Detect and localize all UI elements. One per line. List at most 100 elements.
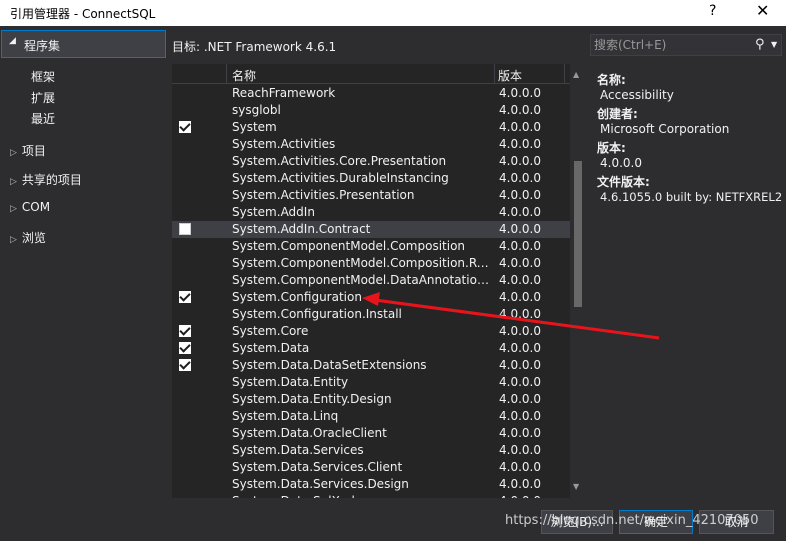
sidebar-item-projects[interactable]: ▷ 项目 [10,142,46,159]
assembly-version: 4.0.0.0 [499,154,541,168]
row-checkbox[interactable] [179,121,191,133]
assembly-name: System.Activities.Presentation [232,188,415,202]
assembly-version: 4.0.0.0 [499,256,541,270]
assembly-version: 4.0.0.0 [499,222,541,236]
scroll-down-icon[interactable]: ▼ [573,482,579,491]
assembly-version: 4.0.0.0 [499,205,541,219]
table-row[interactable]: System.Activities.DurableInstancing 4.0.0… [172,170,572,187]
detail-name-label: 名称: [597,73,626,87]
sidebar-item-label: 浏览 [21,231,46,245]
table-row[interactable]: System.Activities.Presentation 4.0.0.0 [172,187,572,204]
table-row[interactable]: System.AddIn.Contract 4.0.0.0 [172,221,572,238]
assembly-name: System.Configuration.Install [232,307,402,321]
table-row[interactable]: System.Configuration.Install 4.0.0.0 [172,306,572,323]
table-row[interactable]: System.Data.Services 4.0.0.0 [172,442,572,459]
table-row[interactable]: System.Activities.Core.Presentation 4.0.0… [172,153,572,170]
table-row[interactable]: System.Configuration 4.0.0.0 [172,289,572,306]
assembly-name: System.Activities.Core.Presentation [232,154,447,168]
assembly-version: 4.0.0.0 [499,324,541,338]
ok-button[interactable]: 确定 [619,510,693,534]
assembly-version: 4.0.0.0 [499,307,541,321]
sidebar-item-label: 共享的项目 [21,173,82,187]
checkbox-column-header[interactable] [172,64,227,84]
browse-button[interactable]: 浏览(B)... [541,510,613,534]
row-checkbox[interactable] [179,291,191,303]
assembly-name: System.ComponentModel.Composition.Re... [232,256,490,270]
detail-name-value: Accessibility [600,88,674,102]
table-row[interactable]: System.Data.Entity 4.0.0.0 [172,374,572,391]
detail-creator-value: Microsoft Corporation [600,122,730,136]
title-bar: 引用管理器 - ConnectSQL ? ✕ [0,0,786,26]
table-row[interactable]: sysglobl 4.0.0.0 [172,102,572,119]
assembly-name: System.ComponentModel.DataAnnotations [232,273,490,287]
scrollbar-thumb[interactable] [574,161,582,307]
sidebar-item-recent[interactable]: 最近 [31,110,55,127]
cancel-button[interactable]: 取消 [699,510,774,534]
assembly-name: System.Activities.DurableInstancing [232,171,449,185]
column-divider[interactable] [494,64,495,84]
assembly-name: System.Data.Services.Client [232,460,403,474]
table-row[interactable]: System.Data.Services.Client 4.0.0.0 [172,459,572,476]
column-header-version[interactable]: 版本 [498,67,522,84]
row-checkbox[interactable] [179,223,191,235]
assembly-name: ReachFramework [232,86,336,100]
help-button[interactable]: ? [709,3,716,19]
expand-icon: ▷ [10,148,17,158]
detail-creator-label: 创建者: [597,107,638,121]
sidebar-item-extensions[interactable]: 扩展 [31,89,55,106]
sidebar-item-assemblies[interactable]: ◢ 程序集 [1,30,166,58]
detail-file-version-value: 4.6.1055.0 built by: NETFXREL2 [600,190,783,204]
assembly-version: 4.0.0.0 [499,443,541,457]
table-row[interactable]: System.Data.Linq 4.0.0.0 [172,408,572,425]
sidebar-item-label: 项目 [21,144,46,158]
table-row[interactable]: System.AddIn 4.0.0.0 [172,204,572,221]
assembly-version: 4.0.0.0 [499,392,541,406]
assembly-version: 4.0.0.0 [499,103,541,117]
table-row[interactable]: System.Data.Services.Design 4.0.0.0 [172,476,572,493]
sidebar-item-label: COM [21,200,51,214]
search-icon[interactable]: ⚲ [755,37,765,52]
table-header: 名称 版本 [172,64,586,84]
table-row[interactable]: System.Data.OracleClient 4.0.0.0 [172,425,572,442]
sidebar-header-label: 程序集 [24,39,61,53]
assembly-version: 4.0.0.0 [499,273,541,287]
assembly-version: 4.0.0.0 [499,171,541,185]
sidebar-item-framework[interactable]: 框架 [31,68,55,85]
assembly-version: 4.0.0.0 [499,341,541,355]
sidebar-item-shared-projects[interactable]: ▷ 共享的项目 [10,171,82,188]
row-checkbox[interactable] [179,342,191,354]
row-checkbox[interactable] [179,325,191,337]
expand-icon: ▷ [10,204,17,214]
sidebar-item-browse[interactable]: ▷ 浏览 [10,229,46,246]
close-button[interactable]: ✕ [756,1,769,20]
table-row[interactable]: System.Data 4.0.0.0 [172,340,572,357]
scroll-up-icon[interactable]: ▲ [573,70,579,79]
table-row[interactable]: System.ComponentModel.Composition.Re... 4… [172,255,572,272]
assembly-name: System.AddIn [232,205,315,219]
assembly-name: System.Data [232,341,310,355]
table-row[interactable]: System.Core 4.0.0.0 [172,323,572,340]
assembly-name: System.Data.Entity.Design [232,392,392,406]
assembly-name: System.Data.Services.Design [232,477,409,491]
table-row[interactable]: System 4.0.0.0 [172,119,572,136]
table-row[interactable]: System.Data.Entity.Design 4.0.0.0 [172,391,572,408]
assembly-version: 4.0.0.0 [499,494,541,498]
row-checkbox[interactable] [179,359,191,371]
table-row[interactable]: System.Data.SqlXml 4.0.0.0 [172,493,572,498]
chevron-down-icon[interactable]: ▼ [771,40,777,49]
column-divider[interactable] [564,64,565,84]
sidebar-item-com[interactable]: ▷ COM [10,200,50,214]
table-row[interactable]: System.ComponentModel.DataAnnotations 4.0… [172,272,572,289]
column-header-name[interactable]: 名称 [232,67,256,84]
assembly-version: 4.0.0.0 [499,239,541,253]
table-row[interactable]: System.Activities 4.0.0.0 [172,136,572,153]
vertical-scrollbar[interactable]: ▲ ▼ [570,64,586,498]
assembly-name: System.AddIn.Contract [232,222,371,236]
search-input[interactable] [594,37,744,53]
table-row[interactable]: ReachFramework 4.0.0.0 [172,85,572,102]
target-framework-label: 目标: .NET Framework 4.6.1 [172,40,337,54]
assembly-version: 4.0.0.0 [499,375,541,389]
assembly-name: System.Core [232,324,309,338]
table-row[interactable]: System.ComponentModel.Composition 4.0.0.0 [172,238,572,255]
table-row[interactable]: System.Data.DataSetExtensions 4.0.0.0 [172,357,572,374]
